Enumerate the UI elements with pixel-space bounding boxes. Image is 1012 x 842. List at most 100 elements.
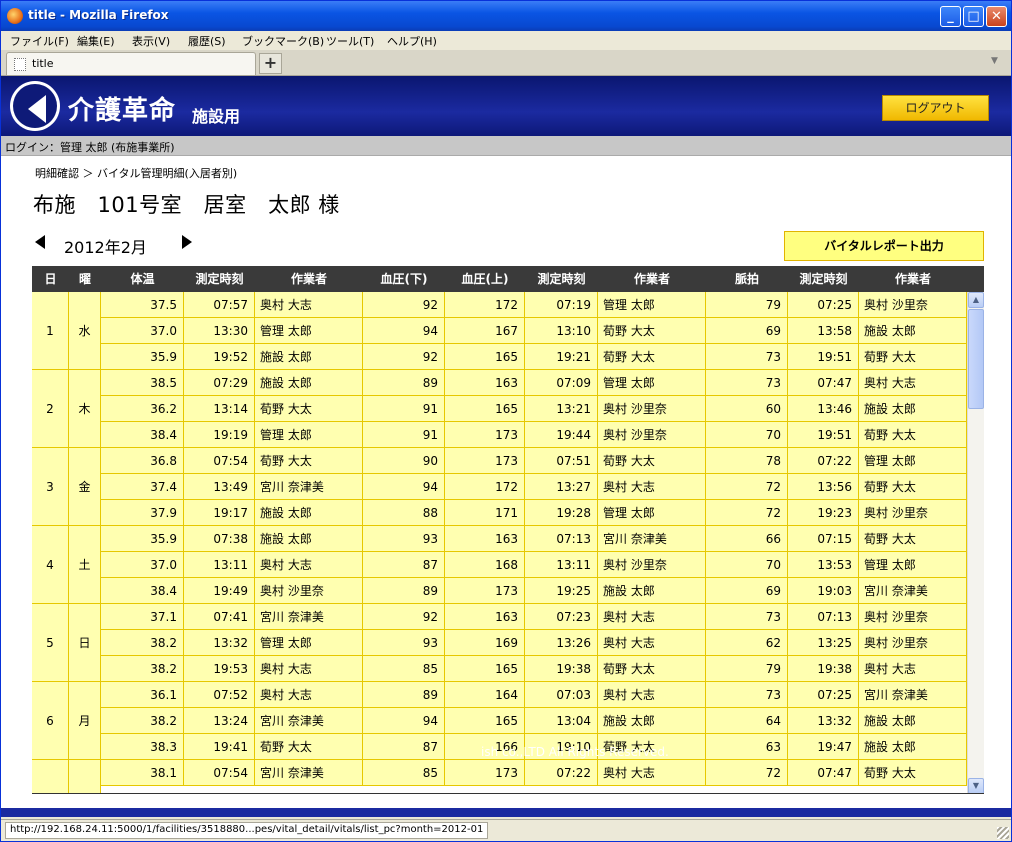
tab-list-dropdown-icon[interactable]: ▼ bbox=[991, 56, 998, 66]
menu-bookmarks[interactable]: ブックマーク(B) bbox=[242, 33, 324, 49]
resize-grip-icon[interactable] bbox=[997, 827, 1009, 839]
pulse-staff-cell: 管理 太郎 bbox=[859, 552, 967, 578]
temp-time-cell: 13:49 bbox=[184, 474, 255, 500]
bp-staff-cell: 奥村 大志 bbox=[598, 604, 706, 630]
table-row[interactable]: 38.4 19:19 管理 太郎 91 173 19:44 奥村 沙里奈 70 19:51 荀野 … bbox=[32, 422, 967, 448]
logout-button[interactable]: ログアウト bbox=[882, 95, 989, 121]
bp-staff-cell: 荀野 大太 bbox=[598, 656, 706, 682]
pulse-time-cell: 07:47 bbox=[788, 760, 859, 786]
bp-low-cell: 89 bbox=[363, 370, 445, 396]
scroll-thumb[interactable] bbox=[968, 309, 984, 409]
temp-staff-cell: 奥村 大志 bbox=[255, 656, 363, 682]
column-header-pulse-time: 測定時刻 bbox=[799, 272, 848, 286]
minimize-button[interactable]: _ bbox=[940, 6, 961, 27]
scroll-up-icon[interactable]: ▲ bbox=[968, 292, 984, 308]
menu-view[interactable]: 表示(V) bbox=[132, 33, 170, 49]
status-url: http://192.168.24.11:5000/1/facilities/3… bbox=[5, 822, 489, 839]
table-row[interactable]: 36.1 07:52 奥村 大志 89 164 07:03 奥村 大志 73 07:25 宮川 奈… bbox=[32, 682, 967, 708]
prev-month-icon[interactable] bbox=[35, 235, 45, 249]
table-row[interactable]: 36.8 07:54 荀野 大太 90 173 07:51 荀野 大太 78 07:22 管理 太… bbox=[32, 448, 967, 474]
pulse-time-cell: 13:56 bbox=[788, 474, 859, 500]
bp-low-cell: 92 bbox=[363, 292, 445, 318]
bp-high-cell: 165 bbox=[445, 344, 525, 370]
pulse-time-cell: 13:32 bbox=[788, 708, 859, 734]
table-row[interactable]: 38.5 07:29 施設 太郎 89 163 07:09 管理 太郎 73 07:47 奥村 大… bbox=[32, 370, 967, 396]
bp-low-cell: 94 bbox=[363, 474, 445, 500]
pulse-staff-cell: 奥村 沙里奈 bbox=[859, 630, 967, 656]
close-button[interactable]: ✕ bbox=[986, 6, 1007, 27]
menu-history[interactable]: 履歴(S) bbox=[188, 33, 226, 49]
temp-time-cell: 07:52 bbox=[184, 682, 255, 708]
table-row[interactable]: 38.2 13:32 管理 太郎 93 169 13:26 奥村 大志 62 13:25 奥村 沙… bbox=[32, 630, 967, 656]
temp-staff-cell: 宮川 奈津美 bbox=[255, 708, 363, 734]
table-row[interactable]: 37.5 07:57 奥村 大志 92 172 07:19 管理 太郎 79 07:25 奥村 沙… bbox=[32, 292, 967, 318]
maximize-button[interactable]: □ bbox=[963, 6, 984, 27]
bp-time-cell: 19:44 bbox=[525, 422, 598, 448]
table-row[interactable]: 37.4 13:49 宮川 奈津美 94 172 13:27 奥村 大志 72 13:56 荀野 … bbox=[32, 474, 967, 500]
bp-low-cell: 91 bbox=[363, 396, 445, 422]
bp-staff-cell: 奥村 沙里奈 bbox=[598, 396, 706, 422]
back-button[interactable] bbox=[10, 81, 60, 131]
bp-staff-cell: 施設 太郎 bbox=[598, 578, 706, 604]
pulse-cell: 79 bbox=[706, 292, 788, 318]
bp-low-cell: 87 bbox=[363, 552, 445, 578]
table-row[interactable]: 37.9 19:17 施設 太郎 88 171 19:28 管理 太郎 72 19:23 奥村 沙… bbox=[32, 500, 967, 526]
temperature-cell: 37.0 bbox=[101, 318, 184, 344]
pulse-cell: 72 bbox=[706, 474, 788, 500]
temp-staff-cell: 施設 太郎 bbox=[255, 500, 363, 526]
bp-staff-cell: 荀野 大太 bbox=[598, 344, 706, 370]
new-tab-button[interactable]: + bbox=[259, 53, 282, 74]
pulse-staff-cell: 施設 太郎 bbox=[859, 708, 967, 734]
table-row[interactable]: 36.2 13:14 荀野 大太 91 165 13:21 奥村 沙里奈 60 13:46 施設 … bbox=[32, 396, 967, 422]
table-row[interactable]: 35.9 19:52 施設 太郎 92 165 19:21 荀野 大太 73 19:51 荀野 大… bbox=[32, 344, 967, 370]
bp-time-cell: 07:13 bbox=[525, 526, 598, 552]
menu-file[interactable]: ファイル(F) bbox=[10, 33, 69, 49]
column-header-temp-time: 測定時刻 bbox=[195, 272, 244, 286]
bp-staff-cell: 荀野 大太 bbox=[598, 448, 706, 474]
pulse-cell: 73 bbox=[706, 370, 788, 396]
temp-staff-cell: 施設 太郎 bbox=[255, 344, 363, 370]
pulse-time-cell: 13:58 bbox=[788, 318, 859, 344]
pulse-cell: 70 bbox=[706, 422, 788, 448]
table-row[interactable]: 38.2 19:53 奥村 大志 85 165 19:38 荀野 大太 79 19:38 奥村 大… bbox=[32, 656, 967, 682]
table-body[interactable]: 1 水 37.5 07:57 奥村 大志 92 172 07:19 管理 太郎 79 07:25 奥村… bbox=[32, 292, 967, 793]
bp-high-cell: 173 bbox=[445, 422, 525, 448]
temperature-cell: 38.4 bbox=[101, 578, 184, 604]
table-row[interactable]: 38.4 19:49 奥村 沙里奈 89 173 19:25 施設 太郎 69 19:03 宮川 … bbox=[32, 578, 967, 604]
column-header-bp-time: 測定時刻 bbox=[537, 272, 586, 286]
temp-time-cell: 07:57 bbox=[184, 292, 255, 318]
table-row[interactable]: 37.1 07:41 宮川 奈津美 92 163 07:23 奥村 大志 73 07:13 奥村 … bbox=[32, 604, 967, 630]
menu-edit[interactable]: 編集(E) bbox=[77, 33, 115, 49]
tab-title[interactable]: title bbox=[6, 52, 256, 75]
tab-label: title bbox=[32, 57, 54, 70]
bp-high-cell: 173 bbox=[445, 760, 525, 786]
temp-staff-cell: 奥村 沙里奈 bbox=[255, 578, 363, 604]
table-row[interactable]: 35.9 07:38 施設 太郎 93 163 07:13 宮川 奈津美 66 07:15 荀野 … bbox=[32, 526, 967, 552]
pulse-cell: 73 bbox=[706, 682, 788, 708]
pulse-time-cell: 19:03 bbox=[788, 578, 859, 604]
table-scrollbar[interactable]: ▲ ▼ bbox=[967, 292, 984, 793]
bp-staff-cell: 施設 太郎 bbox=[598, 708, 706, 734]
table-row[interactable]: 38.2 13:24 宮川 奈津美 94 165 13:04 施設 太郎 64 13:32 施設 … bbox=[32, 708, 967, 734]
bp-staff-cell: 奥村 沙里奈 bbox=[598, 552, 706, 578]
table-row[interactable]: 37.0 13:11 奥村 大志 87 168 13:11 奥村 沙里奈 70 13:53 管理 … bbox=[32, 552, 967, 578]
temperature-cell: 37.0 bbox=[101, 552, 184, 578]
bp-staff-cell: 奥村 沙里奈 bbox=[598, 422, 706, 448]
temp-time-cell: 13:30 bbox=[184, 318, 255, 344]
table-row[interactable]: 37.0 13:30 管理 太郎 94 167 13:10 荀野 大太 69 13:58 施設 太… bbox=[32, 318, 967, 344]
pulse-time-cell: 07:25 bbox=[788, 682, 859, 708]
bp-time-cell: 07:51 bbox=[525, 448, 598, 474]
table-row[interactable]: 38.1 07:54 宮川 奈津美 85 173 07:22 奥村 大志 72 07:47 荀野 … bbox=[32, 760, 967, 786]
temp-staff-cell: 管理 太郎 bbox=[255, 630, 363, 656]
temp-time-cell: 07:54 bbox=[184, 448, 255, 474]
bp-staff-cell: 奥村 大志 bbox=[598, 682, 706, 708]
menu-help[interactable]: ヘルプ(H) bbox=[387, 33, 437, 49]
pulse-time-cell: 19:23 bbox=[788, 500, 859, 526]
vital-report-button[interactable]: バイタルレポート出力 bbox=[784, 231, 984, 261]
next-month-icon[interactable] bbox=[182, 235, 192, 249]
firefox-icon bbox=[7, 8, 23, 24]
pulse-staff-cell: 奥村 沙里奈 bbox=[859, 604, 967, 630]
browser-window: title - Mozilla Firefox _ □ ✕ ファイル(F) 編集… bbox=[0, 0, 1012, 842]
menu-tools[interactable]: ツール(T) bbox=[326, 33, 374, 49]
scroll-down-icon[interactable]: ▼ bbox=[968, 778, 984, 793]
